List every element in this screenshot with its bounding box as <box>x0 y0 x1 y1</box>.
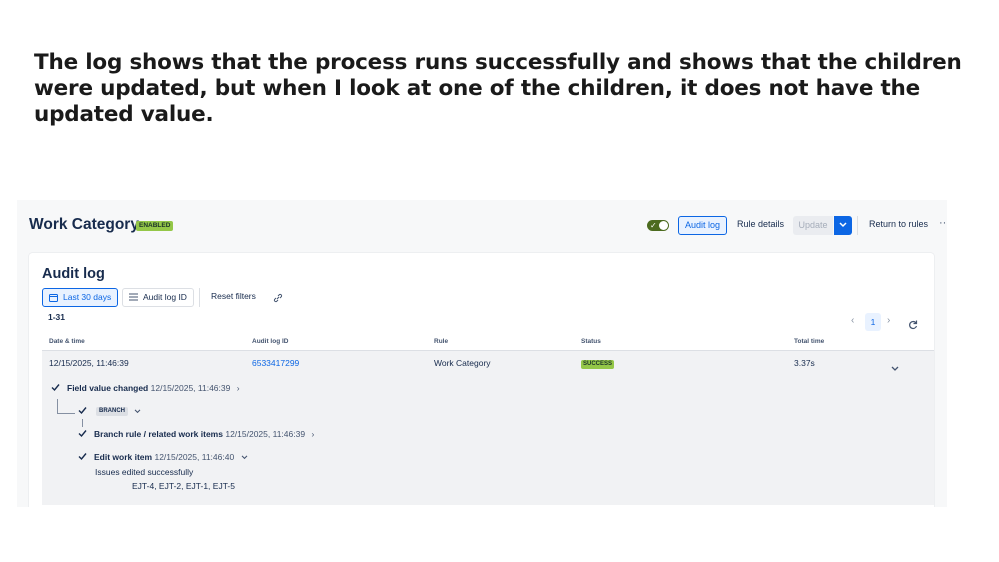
chevron-down-icon[interactable] <box>891 359 899 377</box>
tree-connector <box>57 399 58 414</box>
audit-log-panel: Audit log Last 30 days Audit log ID Rese… <box>29 253 934 507</box>
node-label: Field value changed <box>67 383 149 393</box>
column-header-total-time[interactable]: Total time <box>794 338 824 345</box>
toolbar-divider <box>857 216 858 235</box>
chevron-right-icon[interactable]: › <box>237 383 240 393</box>
result-count: 1-31 <box>48 312 66 322</box>
audit-log-button[interactable]: Audit log <box>678 216 728 235</box>
edited-issues-list: EJT-4, EJT-2, EJT-1, EJT-5 <box>132 481 235 491</box>
enabled-badge: ENABLED <box>136 221 174 231</box>
date-range-filter[interactable]: Last 30 days <box>42 288 119 307</box>
date-range-label: Last 30 days <box>63 292 112 302</box>
audit-log-id-filter[interactable]: Audit log ID <box>122 288 194 307</box>
toggle-knob <box>659 221 668 230</box>
chevron-down-icon[interactable] <box>134 406 141 416</box>
chevron-down-icon <box>839 222 847 228</box>
reset-filters-button[interactable]: Reset filters <box>211 291 256 301</box>
check-icon <box>78 429 87 440</box>
column-header-audit-id[interactable]: Audit log ID <box>252 338 288 345</box>
rule-title: Work Category <box>29 216 139 233</box>
refresh-icon[interactable] <box>908 317 918 335</box>
node-label: Branch rule / related work items <box>94 429 223 439</box>
chevron-left-icon[interactable]: ‹ <box>851 315 854 326</box>
return-to-rules-button[interactable]: Return to rules <box>869 219 928 229</box>
rule-header: Work Category ENABLED ✓ Audit log Rule d… <box>17 200 947 252</box>
status-badge: SUCCESS <box>581 360 615 369</box>
tree-connector <box>57 413 75 414</box>
tree-node-branch-rule[interactable]: Branch rule / related work items 12/15/2… <box>78 429 314 439</box>
chevron-down-icon[interactable] <box>241 452 248 462</box>
tree-node-field-changed[interactable]: Field value changed 12/15/2025, 11:46:39… <box>51 383 240 393</box>
row-audit-id-link[interactable]: 6533417299 <box>252 358 299 368</box>
branch-badge: BRANCH <box>96 407 128 417</box>
tree-node-edit-work-item[interactable]: Edit work item 12/15/2025, 11:46:40 <box>78 452 248 462</box>
column-header-date[interactable]: Date & time <box>49 338 85 345</box>
row-total-time: 3.37s <box>794 358 815 368</box>
rule-details-button[interactable]: Rule details <box>737 219 784 229</box>
slide-headline: The log shows that the process runs succ… <box>34 50 962 127</box>
audit-log-id-label: Audit log ID <box>143 292 187 302</box>
node-label: Edit work item <box>94 452 153 462</box>
link-icon[interactable] <box>273 290 283 308</box>
ellipsis-icon[interactable]: ··· <box>939 217 947 229</box>
node-timestamp: 12/15/2025, 11:46:39 <box>150 383 231 393</box>
row-date-time: 12/15/2025, 11:46:39 <box>49 358 129 368</box>
update-dropdown-button[interactable] <box>834 216 852 235</box>
rule-enabled-toggle[interactable]: ✓ <box>647 220 669 231</box>
check-icon: ✓ <box>650 221 657 230</box>
calendar-icon <box>49 294 58 302</box>
chevron-right-icon[interactable]: › <box>887 315 890 326</box>
tree-node-branch[interactable]: BRANCH <box>78 406 141 417</box>
jira-audit-screenshot: Work Category ENABLED ✓ Audit log Rule d… <box>17 200 947 507</box>
list-icon <box>129 293 138 301</box>
panel-title: Audit log <box>42 266 105 282</box>
chevron-right-icon[interactable]: › <box>311 429 314 439</box>
tree-connector <box>82 419 83 427</box>
column-header-status[interactable]: Status <box>581 338 601 345</box>
node-timestamp: 12/15/2025, 11:46:40 <box>154 452 235 462</box>
check-icon <box>78 406 87 417</box>
filter-divider <box>199 288 200 307</box>
edit-result-message: Issues edited successfully <box>95 467 194 477</box>
update-button[interactable]: Update <box>793 216 833 235</box>
row-rule: Work Category <box>434 358 491 368</box>
check-icon <box>78 452 87 463</box>
column-header-rule[interactable]: Rule <box>434 338 448 345</box>
node-timestamp: 12/15/2025, 11:46:39 <box>225 429 306 439</box>
page-number-button[interactable]: 1 <box>865 313 881 331</box>
check-icon <box>51 383 60 394</box>
